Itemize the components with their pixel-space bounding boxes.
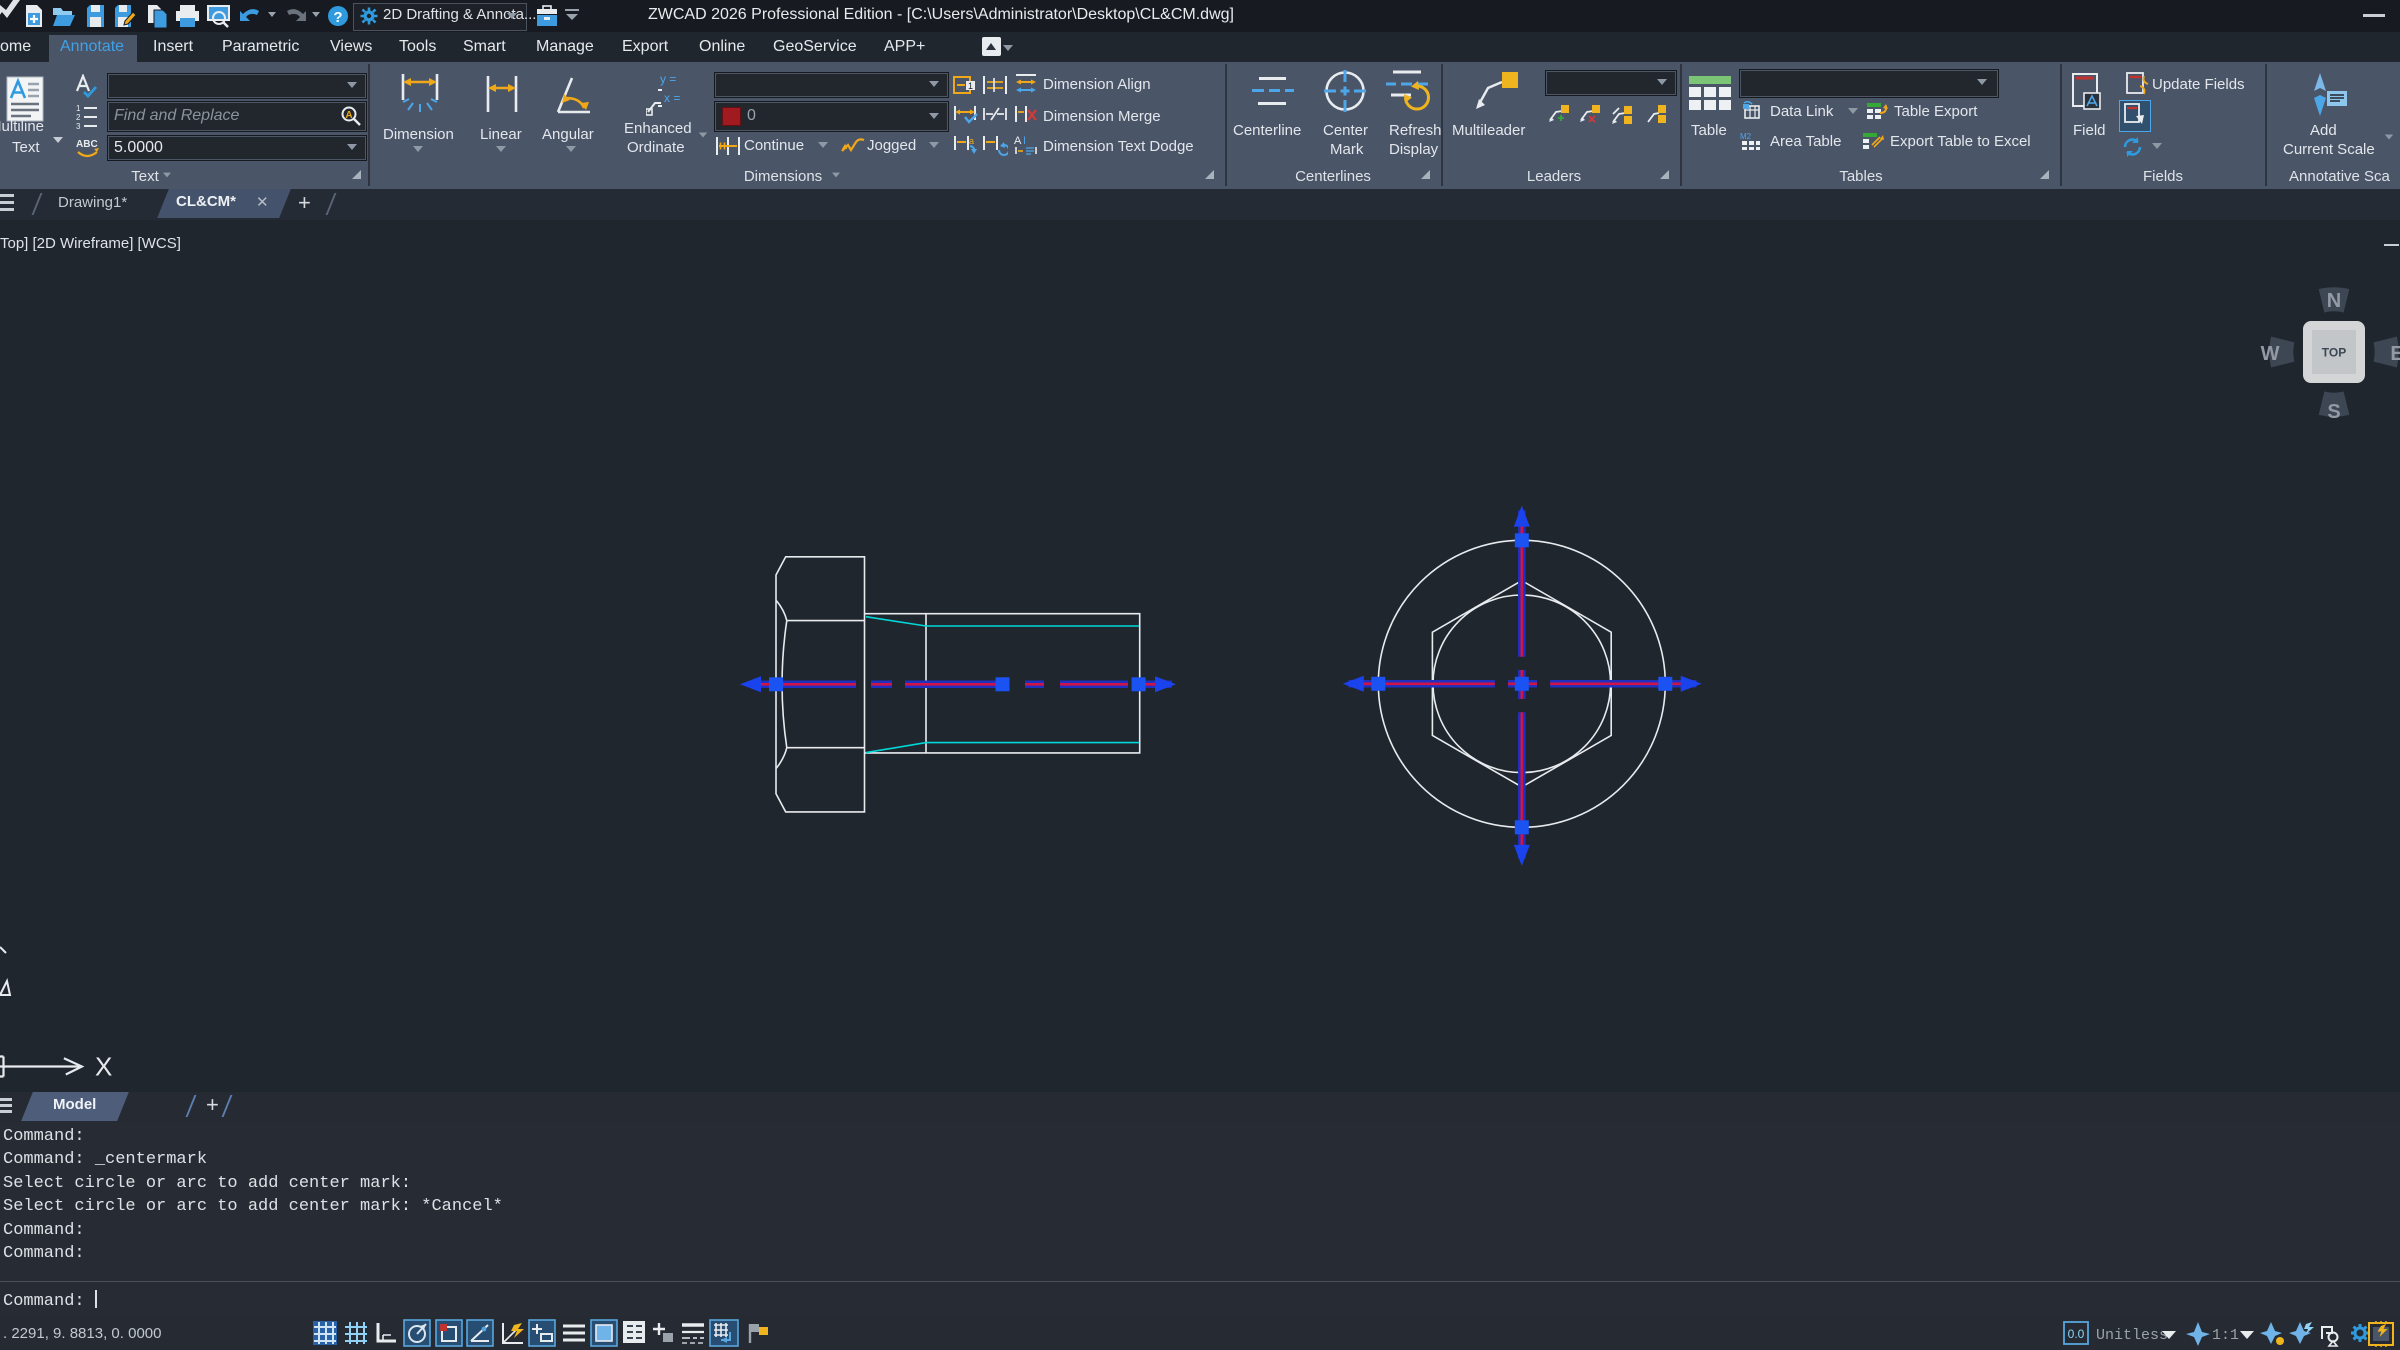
svg-text:N: N <box>2327 290 2341 312</box>
svg-text:y =: y = <box>660 72 676 86</box>
svg-text:x =: x = <box>664 91 680 105</box>
svg-text:ABC: ABC <box>76 139 98 150</box>
svg-text:A: A <box>345 110 352 121</box>
svg-text:0.0: 0.0 <box>2068 1327 2085 1341</box>
svg-text:X: X <box>95 1052 112 1082</box>
svg-text:M2: M2 <box>1740 132 1752 141</box>
svg-text:TOP: TOP <box>2322 346 2346 360</box>
svg-text:A: A <box>1014 135 1022 147</box>
svg-text:W: W <box>2261 343 2280 365</box>
svg-text:S: S <box>2327 401 2340 423</box>
svg-text:a: a <box>969 136 974 146</box>
svg-text:2: 2 <box>76 113 81 122</box>
svg-text:E: E <box>2390 343 2400 365</box>
svg-text:1:1: 1:1 <box>2212 1327 2239 1344</box>
svg-text:Unitless: Unitless <box>2096 1327 2168 1344</box>
svg-text:3: 3 <box>76 122 81 129</box>
svg-text:1: 1 <box>968 81 973 91</box>
svg-text:1: 1 <box>76 104 81 113</box>
svg-text:?: ? <box>333 9 342 26</box>
svg-text:I: I <box>1023 135 1026 147</box>
